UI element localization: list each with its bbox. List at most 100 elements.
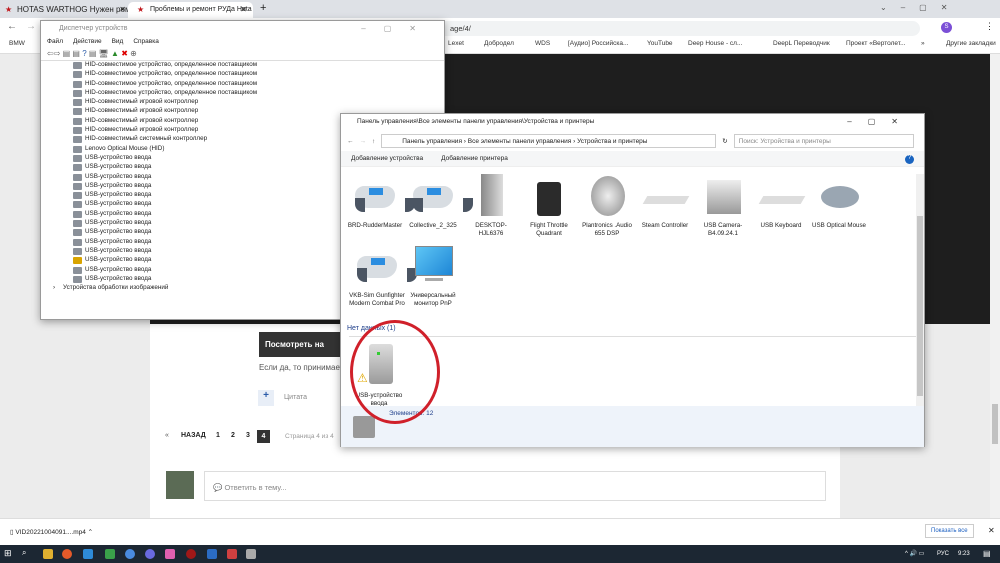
- app-icon[interactable]: [165, 549, 175, 559]
- camera-icon: [353, 416, 375, 438]
- language-indicator[interactable]: РУС: [937, 551, 949, 557]
- add-printer-button[interactable]: Добавление принтера: [441, 155, 508, 162]
- device-tree-item[interactable]: HID-совместимое устройство, определенное…: [41, 70, 444, 79]
- uninstall-icon[interactable]: ✖: [121, 49, 128, 58]
- app-icon[interactable]: [227, 549, 237, 559]
- hid-device-icon: [73, 136, 82, 144]
- device-item[interactable]: DESKTOP-HJL6376: [463, 174, 519, 238]
- device-item[interactable]: USB Keyboard: [753, 174, 809, 238]
- refresh-icon[interactable]: ↻: [722, 137, 727, 145]
- page-current[interactable]: 4: [257, 430, 270, 443]
- menu-icon[interactable]: ⋮: [985, 21, 994, 32]
- clock[interactable]: 9:23: [958, 551, 970, 557]
- page-1[interactable]: 1: [216, 432, 220, 439]
- page-scrollbar[interactable]: [990, 54, 1000, 518]
- nav-bar: ← → ↑ Панель управления › Все элементы пан…: [341, 131, 924, 151]
- hid-device-icon: [73, 62, 82, 69]
- tab-active[interactable]: ★ Проблемы и ремонт РУДа Hota ✕: [128, 2, 253, 18]
- bookmark[interactable]: BMW: [9, 40, 25, 47]
- device-item[interactable]: Plantronics .Audio 655 DSP: [579, 174, 635, 238]
- device-tree-item[interactable]: HID-совместимое устройство, определенное…: [41, 80, 444, 89]
- back-icon[interactable]: ←: [7, 21, 17, 32]
- back-icon[interactable]: ←: [347, 138, 354, 145]
- hid-device-icon: [73, 127, 82, 135]
- bookmark[interactable]: WDS: [535, 40, 550, 47]
- app-icon[interactable]: [125, 549, 135, 559]
- back-icon[interactable]: ⇦: [47, 49, 54, 58]
- bookmark-folder[interactable]: Другие закладки: [946, 40, 996, 47]
- reply-input[interactable]: 💬 Ответить в тему...: [204, 471, 826, 501]
- up-icon[interactable]: ↑: [372, 138, 375, 145]
- notifications-icon[interactable]: ▤: [983, 549, 991, 558]
- menu-file[interactable]: Файл: [47, 38, 63, 48]
- forward-icon[interactable]: ⇨: [54, 49, 61, 58]
- prev-page[interactable]: НАЗАД: [181, 432, 206, 439]
- new-tab-button[interactable]: +: [260, 2, 266, 14]
- start-icon[interactable]: ⊞: [4, 548, 12, 559]
- device-item[interactable]: Flight Throttle Quadrant: [521, 174, 577, 238]
- device-item[interactable]: Универсальный монитор PnP: [405, 244, 461, 308]
- help-icon[interactable]: ?: [905, 155, 914, 164]
- page-2[interactable]: 2: [231, 432, 235, 439]
- prev-arrow[interactable]: «: [165, 432, 169, 439]
- bookmark[interactable]: Проект «Вертолет...: [846, 40, 906, 47]
- forward-icon[interactable]: →: [26, 21, 36, 32]
- app-icon[interactable]: [83, 549, 93, 559]
- search-icon[interactable]: ⌕: [22, 548, 26, 558]
- discord-icon[interactable]: [145, 549, 155, 559]
- quote-plus-button[interactable]: +: [258, 390, 274, 406]
- breadcrumb[interactable]: Панель управления › Все элементы панели …: [381, 134, 717, 148]
- page-info: Страница 4 из 4: [285, 433, 334, 440]
- menu-help[interactable]: Справка: [133, 38, 159, 48]
- device-item[interactable]: Steam Controller: [637, 174, 693, 238]
- page-3[interactable]: 3: [246, 432, 250, 439]
- device-item[interactable]: VKB-Sim Gunfighter Modern Combat Pro: [349, 244, 417, 308]
- device-item[interactable]: Collective_2_325: [405, 174, 473, 238]
- forward-icon[interactable]: →: [360, 138, 367, 145]
- menu-bar: Файл Действие Вид Справка: [41, 37, 444, 49]
- device-item[interactable]: BRD-RudderMaster: [347, 174, 415, 238]
- bookmark[interactable]: »: [921, 40, 925, 47]
- chrome-icon[interactable]: [62, 549, 72, 559]
- menu-view[interactable]: Вид: [112, 38, 124, 48]
- add-device-button[interactable]: Добавление устройства: [351, 155, 423, 162]
- profile-avatar[interactable]: S: [941, 22, 952, 33]
- bookmark[interactable]: Lexet: [448, 40, 464, 47]
- word-icon[interactable]: [207, 549, 217, 559]
- quote-label[interactable]: Цитата: [284, 394, 307, 401]
- hid-device-icon: [73, 154, 82, 162]
- close-tab-icon[interactable]: ✕: [240, 5, 247, 14]
- app-icon[interactable]: [186, 549, 196, 559]
- devices-icon[interactable]: [246, 549, 256, 559]
- tab-hotas[interactable]: ★ HOTAS WARTHOG Нужен ремо ✕: [0, 2, 135, 18]
- scrollbar[interactable]: [916, 174, 924, 406]
- hid-device-icon: [73, 71, 82, 79]
- explorer-icon[interactable]: [43, 549, 53, 559]
- bookmark[interactable]: YouTube: [647, 40, 673, 47]
- device-item[interactable]: USB Optical Mouse: [811, 174, 867, 238]
- search-input[interactable]: Поиск: Устройства и принтеры: [733, 134, 914, 148]
- close-downloads-icon[interactable]: ✕: [988, 526, 995, 535]
- device-tree-item[interactable]: HID-совместимое устройство, определенное…: [41, 61, 444, 70]
- monitor-icon: [411, 244, 455, 288]
- menu-action[interactable]: Действие: [73, 38, 102, 48]
- watch-on-youtube[interactable]: Посмотреть на: [259, 332, 349, 357]
- tray[interactable]: ^ 🔊 ▭: [905, 550, 924, 557]
- gamepad-icon: [355, 244, 417, 288]
- show-all-button[interactable]: Показать все: [925, 524, 974, 538]
- hid-device-icon: [73, 80, 82, 88]
- help-icon[interactable]: ?: [82, 49, 86, 58]
- window-controls[interactable]: ⌄–▢✕: [880, 3, 961, 12]
- device-tree-item[interactable]: HID-совместимое устройство, определенное…: [41, 89, 444, 98]
- bookmark[interactable]: Добродел: [484, 40, 514, 47]
- window-controls[interactable]: –▢✕: [847, 117, 914, 126]
- download-item[interactable]: ▯ VID20221004091....mp4 ⌃: [10, 528, 93, 536]
- download-bar: [0, 518, 1000, 545]
- close-tab-icon[interactable]: ✕: [119, 5, 126, 14]
- app-icon[interactable]: [105, 549, 115, 559]
- window-controls[interactable]: –▢✕: [361, 24, 434, 33]
- device-item[interactable]: USB Camera-B4.09.24.1: [695, 174, 751, 238]
- bookmark[interactable]: [Аудио] Российска...: [568, 40, 628, 47]
- bookmark[interactable]: Deep House - сл...: [688, 40, 742, 47]
- bookmark[interactable]: DeepL Переводчик: [773, 40, 830, 47]
